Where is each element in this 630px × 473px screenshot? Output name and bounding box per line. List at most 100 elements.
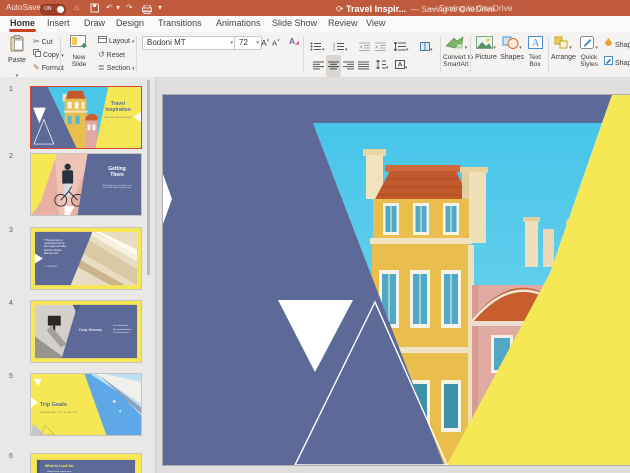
text-direction-button[interactable]: ▾ [395, 56, 408, 74]
align-right-button[interactable] [341, 55, 356, 77]
new-slide-label2: Slide [72, 61, 86, 68]
slide-thumbnail-4[interactable]: Daily Itinerary First destination Second… [30, 300, 142, 363]
textbox-label2: Box [529, 61, 540, 68]
text-direction-icon [395, 60, 405, 69]
paste-label: Paste [4, 57, 30, 64]
toolbar-more-icon[interactable]: ▾ [158, 0, 162, 16]
home-icon[interactable]: ⌂ [74, 0, 79, 16]
undo-icon[interactable]: ↶ [106, 0, 113, 16]
shape-fill-label: Shape Fill [615, 42, 630, 49]
thumb1-subtitle: A TRAVEL PRESENTATION [96, 117, 140, 120]
shape-outline-label: Shape Outline [615, 60, 630, 67]
title-bar: AutoSave ON ⌂ ↶ ▾ ↷ ▾ ⟳ Travel Inspir...… [0, 0, 630, 16]
font-size-combobox[interactable]: 72▾ [234, 36, 262, 50]
arrange-icon [554, 36, 569, 49]
tab-transitions[interactable]: Transitions [158, 16, 202, 31]
document-title: Travel Inspir... [346, 4, 406, 14]
slide-canvas[interactable] [156, 77, 630, 473]
sync-icon: ⟳ [336, 4, 346, 14]
slide-thumbnail-1[interactable]: Travel Inspiration A TRAVEL PRESENTATION [30, 86, 142, 149]
grow-font-button[interactable]: A˄ [261, 35, 270, 47]
undo-dropdown-icon[interactable]: ▾ [116, 0, 120, 16]
thumb2-body-line2: see all the sights along the way [103, 187, 131, 189]
shapes-button[interactable]: ▾ Shapes [500, 36, 524, 61]
picture-label: Picture [474, 54, 498, 61]
align-center-button[interactable] [326, 55, 341, 77]
paste-button[interactable]: Paste ▾ [4, 35, 30, 82]
group-separator [60, 36, 61, 72]
quick-styles-label2: Styles [580, 61, 598, 68]
slide-number: 4 [9, 300, 21, 307]
thumb3-attribution: — Unknown [44, 266, 74, 269]
font-name-combobox[interactable]: Bodoni MT▾ [142, 36, 236, 50]
redo-icon[interactable]: ↷ [126, 0, 133, 16]
smartart-label1: Convert to [443, 54, 473, 61]
shape-outline-icon [604, 56, 613, 65]
layout-button[interactable]: Layout ▾ [98, 36, 134, 47]
textbox-button[interactable]: A Text Box [524, 36, 546, 69]
align-left-icon [313, 61, 324, 70]
textbox-label1: Text [529, 54, 541, 61]
font-name-value: Bodoni MT [147, 38, 186, 47]
slide-thumbnail-panel: 1 2 3 4 5 6 [0, 77, 156, 473]
slide-number: 1 [9, 86, 21, 93]
reset-button[interactable]: ↺ Reset [98, 49, 125, 60]
tab-design[interactable]: Design [116, 16, 144, 31]
group-separator [440, 36, 441, 72]
cut-button[interactable]: ✂ Cut [33, 36, 53, 47]
slide-thumbnail-3[interactable]: "The journey is measured not by the maps… [30, 227, 142, 290]
picture-button[interactable]: ▾ Picture [474, 36, 498, 61]
columns-button[interactable]: ▾ [420, 38, 433, 56]
smartart-icon [445, 36, 465, 49]
format-painter-icon: ✎ [33, 63, 40, 72]
slide-thumbnail-5[interactable]: Trip Goals WHAT WE WANT OUT OF THIS TRIP [30, 373, 142, 436]
new-slide-button[interactable]: New Slide [64, 35, 94, 69]
shape-fill-button[interactable]: Shape Fill [604, 38, 630, 49]
numbering-icon: 123 [333, 42, 345, 51]
tab-review[interactable]: Review [328, 16, 358, 31]
slide-number: 3 [9, 227, 21, 234]
slide-thumbnail-2[interactable]: Getting There We'll wander here and ther… [30, 153, 142, 216]
thumbnail-scrollbar[interactable] [147, 80, 150, 275]
thumb6-title: What to Look for [45, 464, 115, 468]
numbering-button[interactable]: 123▾ [333, 38, 348, 56]
slide-thumbnail-6[interactable]: What to Look for Unique local experience… [30, 453, 142, 473]
increase-indent-button[interactable] [375, 38, 386, 56]
line-spacing-icon [376, 60, 386, 69]
shrink-font-button[interactable]: A˅ [272, 35, 280, 47]
tab-slideshow[interactable]: Slide Show [272, 16, 317, 31]
tab-view[interactable]: View [366, 16, 385, 31]
decrease-indent-button[interactable] [359, 38, 370, 56]
toggle-knob [57, 6, 64, 13]
columns-icon [420, 42, 430, 51]
group-separator [470, 36, 471, 72]
section-button[interactable]: ≣ Section ▾ [98, 62, 134, 73]
thumb1-title-line2: Inspiration [105, 107, 131, 113]
thumb4-bullet2: Second destination [113, 329, 132, 331]
layout-icon [98, 36, 107, 43]
thumb3-quote5: that we tell." [44, 251, 59, 255]
current-slide[interactable] [162, 94, 630, 466]
quick-styles-button[interactable]: ▾ Quick Styles [577, 36, 601, 69]
autosave-label: AutoSave [6, 0, 41, 16]
tab-draw[interactable]: Draw [84, 16, 105, 31]
shapes-icon [502, 36, 519, 49]
increase-indent-icon [375, 42, 386, 51]
group-separator [548, 36, 549, 72]
tab-insert[interactable]: Insert [47, 16, 70, 31]
autosave-toggle[interactable]: ON [40, 4, 66, 15]
tab-animations[interactable]: Animations [216, 16, 261, 31]
convert-smartart-button[interactable]: ▾ Convert to SmartArt [443, 36, 469, 69]
paragraph-spacing-button[interactable]: ▾ [394, 38, 409, 56]
font-size-value: 72 [239, 38, 248, 47]
line-spacing-button[interactable]: ▾ [376, 56, 389, 74]
clear-formatting-button[interactable]: A◢ [289, 35, 299, 47]
justify-button[interactable] [356, 55, 371, 77]
bullets-button[interactable]: ▾ [310, 38, 325, 56]
align-left-button[interactable] [311, 55, 326, 77]
svg-text:A: A [532, 38, 540, 49]
shape-outline-button[interactable]: Shape Outline [604, 56, 630, 67]
arrange-button[interactable]: ▾ Arrange [551, 36, 575, 61]
cut-icon: ✂ [33, 37, 40, 46]
picture-icon [476, 36, 493, 49]
